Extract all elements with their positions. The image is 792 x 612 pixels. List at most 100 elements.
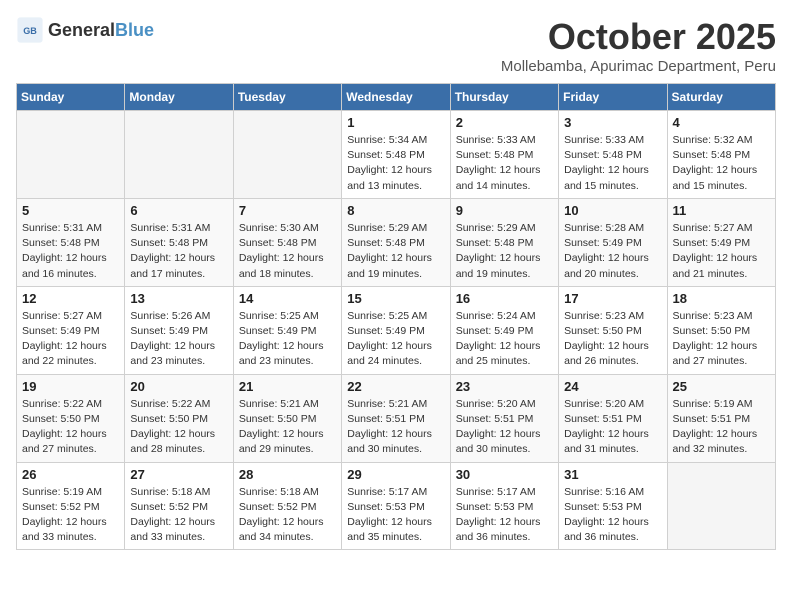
- calendar-cell: 28Sunrise: 5:18 AM Sunset: 5:52 PM Dayli…: [233, 462, 341, 550]
- calendar-cell: 8 Sunrise: 5:29 AM Sunset: 5:48 PM Daylig…: [342, 198, 450, 286]
- weekday-header-wednesday: Wednesday: [342, 84, 450, 111]
- weekday-header-sunday: Sunday: [17, 84, 125, 111]
- day-info: Sunrise: 5:16 AM Sunset: 5:53 PM Dayligh…: [564, 485, 661, 546]
- day-info: Sunrise: 5:30 AM Sunset: 5:48 PM Dayligh…: [239, 221, 336, 282]
- calendar-cell: 25 Sunrise: 5:19 AM Sunset: 5:51 PM Dayli…: [667, 374, 775, 462]
- logo-blue-text: Blue: [115, 20, 154, 40]
- logo-general-text: General: [48, 20, 115, 40]
- day-info: Sunrise: 5:20 AM Sunset: 5:51 PM Dayligh…: [456, 397, 553, 458]
- day-info: Sunrise: 5:29 AM Sunset: 5:48 PM Dayligh…: [456, 221, 553, 282]
- day-info: Sunrise: 5:29 AM Sunset: 5:48 PM Dayligh…: [347, 221, 444, 282]
- calendar-cell: 29Sunrise: 5:17 AM Sunset: 5:53 PM Dayli…: [342, 462, 450, 550]
- day-info: Sunrise: 5:28 AM Sunset: 5:49 PM Dayligh…: [564, 221, 661, 282]
- day-info: Sunrise: 5:26 AM Sunset: 5:49 PM Dayligh…: [130, 309, 227, 370]
- day-info: Sunrise: 5:23 AM Sunset: 5:50 PM Dayligh…: [673, 309, 770, 370]
- day-number: 24: [564, 379, 661, 394]
- calendar-cell: 2 Sunrise: 5:33 AM Sunset: 5:48 PM Daylig…: [450, 111, 558, 199]
- calendar-cell: [233, 111, 341, 199]
- day-number: 18: [673, 291, 770, 306]
- day-number: 11: [673, 203, 770, 218]
- day-info: Sunrise: 5:33 AM Sunset: 5:48 PM Dayligh…: [456, 133, 553, 194]
- day-number: 17: [564, 291, 661, 306]
- day-number: 9: [456, 203, 553, 218]
- day-info: Sunrise: 5:21 AM Sunset: 5:50 PM Dayligh…: [239, 397, 336, 458]
- calendar-cell: 14Sunrise: 5:25 AM Sunset: 5:49 PM Dayli…: [233, 286, 341, 374]
- calendar-cell: 18 Sunrise: 5:23 AM Sunset: 5:50 PM Dayli…: [667, 286, 775, 374]
- calendar-cell: 13 Sunrise: 5:26 AM Sunset: 5:49 PM Dayli…: [125, 286, 233, 374]
- calendar-cell: 4 Sunrise: 5:32 AM Sunset: 5:48 PM Daylig…: [667, 111, 775, 199]
- calendar-week-row: 19 Sunrise: 5:22 AM Sunset: 5:50 PM Dayli…: [17, 374, 776, 462]
- day-number: 14: [239, 291, 336, 306]
- weekday-header-tuesday: Tuesday: [233, 84, 341, 111]
- calendar-cell: 16 Sunrise: 5:24 AM Sunset: 5:49 PM Dayli…: [450, 286, 558, 374]
- day-info: Sunrise: 5:33 AM Sunset: 5:48 PM Dayligh…: [564, 133, 661, 194]
- weekday-header-thursday: Thursday: [450, 84, 558, 111]
- calendar-cell: 24 Sunrise: 5:20 AM Sunset: 5:51 PM Dayli…: [559, 374, 667, 462]
- calendar-cell: [667, 462, 775, 550]
- day-info: Sunrise: 5:25 AM Sunset: 5:49 PM Dayligh…: [347, 309, 444, 370]
- logo: GB GeneralBlue: [16, 16, 154, 44]
- day-number: 20: [130, 379, 227, 394]
- location-title: Mollebamba, Apurimac Department, Peru: [501, 58, 776, 75]
- day-info: Sunrise: 5:20 AM Sunset: 5:51 PM Dayligh…: [564, 397, 661, 458]
- day-number: 4: [673, 115, 770, 130]
- calendar-cell: 19 Sunrise: 5:22 AM Sunset: 5:50 PM Dayli…: [17, 374, 125, 462]
- calendar-cell: 23 Sunrise: 5:20 AM Sunset: 5:51 PM Dayli…: [450, 374, 558, 462]
- calendar-cell: 30Sunrise: 5:17 AM Sunset: 5:53 PM Dayli…: [450, 462, 558, 550]
- day-number: 1: [347, 115, 444, 130]
- day-number: 25: [673, 379, 770, 394]
- day-number: 16: [456, 291, 553, 306]
- day-number: 3: [564, 115, 661, 130]
- day-info: Sunrise: 5:22 AM Sunset: 5:50 PM Dayligh…: [22, 397, 119, 458]
- calendar-week-row: 1 Sunrise: 5:34 AM Sunset: 5:48 PM Daylig…: [17, 111, 776, 199]
- day-info: Sunrise: 5:24 AM Sunset: 5:49 PM Dayligh…: [456, 309, 553, 370]
- calendar-cell: 17Sunrise: 5:23 AM Sunset: 5:50 PM Dayli…: [559, 286, 667, 374]
- calendar-cell: 27 Sunrise: 5:18 AM Sunset: 5:52 PM Dayli…: [125, 462, 233, 550]
- calendar-cell: 3 Sunrise: 5:33 AM Sunset: 5:48 PM Daylig…: [559, 111, 667, 199]
- weekday-header-friday: Friday: [559, 84, 667, 111]
- day-info: Sunrise: 5:22 AM Sunset: 5:50 PM Dayligh…: [130, 397, 227, 458]
- day-number: 5: [22, 203, 119, 218]
- calendar-cell: 31Sunrise: 5:16 AM Sunset: 5:53 PM Dayli…: [559, 462, 667, 550]
- month-title: October 2025: [501, 16, 776, 58]
- calendar-cell: 20 Sunrise: 5:22 AM Sunset: 5:50 PM Dayli…: [125, 374, 233, 462]
- calendar-cell: 21 Sunrise: 5:21 AM Sunset: 5:50 PM Dayli…: [233, 374, 341, 462]
- day-info: Sunrise: 5:27 AM Sunset: 5:49 PM Dayligh…: [673, 221, 770, 282]
- day-number: 8: [347, 203, 444, 218]
- calendar-cell: [125, 111, 233, 199]
- svg-text:GB: GB: [23, 26, 37, 36]
- calendar-cell: 6 Sunrise: 5:31 AM Sunset: 5:48 PM Daylig…: [125, 198, 233, 286]
- day-number: 30: [456, 467, 553, 482]
- calendar-cell: 5Sunrise: 5:31 AM Sunset: 5:48 PM Daylig…: [17, 198, 125, 286]
- day-number: 26: [22, 467, 119, 482]
- day-number: 19: [22, 379, 119, 394]
- calendar-week-row: 5 Sunrise: 5:31 AM Sunset: 5:48 PM Daylig…: [17, 198, 776, 286]
- day-info: Sunrise: 5:18 AM Sunset: 5:52 PM Dayligh…: [130, 485, 227, 546]
- day-number: 2: [456, 115, 553, 130]
- day-number: 12: [22, 291, 119, 306]
- calendar-cell: 7 Sunrise: 5:30 AM Sunset: 5:48 PM Daylig…: [233, 198, 341, 286]
- day-number: 23: [456, 379, 553, 394]
- logo-icon: GB: [16, 16, 44, 44]
- day-number: 27: [130, 467, 227, 482]
- day-number: 22: [347, 379, 444, 394]
- day-info: Sunrise: 5:31 AM Sunset: 5:48 PM Dayligh…: [130, 221, 227, 282]
- day-number: 7: [239, 203, 336, 218]
- title-area: October 2025 Mollebamba, Apurimac Depart…: [501, 16, 776, 75]
- day-number: 6: [130, 203, 227, 218]
- day-info: Sunrise: 5:27 AM Sunset: 5:49 PM Dayligh…: [22, 309, 119, 370]
- calendar-cell: 9 Sunrise: 5:29 AM Sunset: 5:48 PM Daylig…: [450, 198, 558, 286]
- day-number: 13: [130, 291, 227, 306]
- day-info: Sunrise: 5:32 AM Sunset: 5:48 PM Dayligh…: [673, 133, 770, 194]
- day-number: 28: [239, 467, 336, 482]
- day-info: Sunrise: 5:19 AM Sunset: 5:52 PM Dayligh…: [22, 485, 119, 546]
- weekday-header-row: SundayMondayTuesdayWednesdayThursdayFrid…: [17, 84, 776, 111]
- day-info: Sunrise: 5:19 AM Sunset: 5:51 PM Dayligh…: [673, 397, 770, 458]
- day-info: Sunrise: 5:34 AM Sunset: 5:48 PM Dayligh…: [347, 133, 444, 194]
- calendar-cell: 12 Sunrise: 5:27 AM Sunset: 5:49 PM Dayli…: [17, 286, 125, 374]
- calendar-cell: 22Sunrise: 5:21 AM Sunset: 5:51 PM Dayli…: [342, 374, 450, 462]
- page-header: GB GeneralBlue October 2025 Mollebamba, …: [16, 16, 776, 75]
- day-info: Sunrise: 5:17 AM Sunset: 5:53 PM Dayligh…: [347, 485, 444, 546]
- day-number: 21: [239, 379, 336, 394]
- calendar-cell: 10Sunrise: 5:28 AM Sunset: 5:49 PM Dayli…: [559, 198, 667, 286]
